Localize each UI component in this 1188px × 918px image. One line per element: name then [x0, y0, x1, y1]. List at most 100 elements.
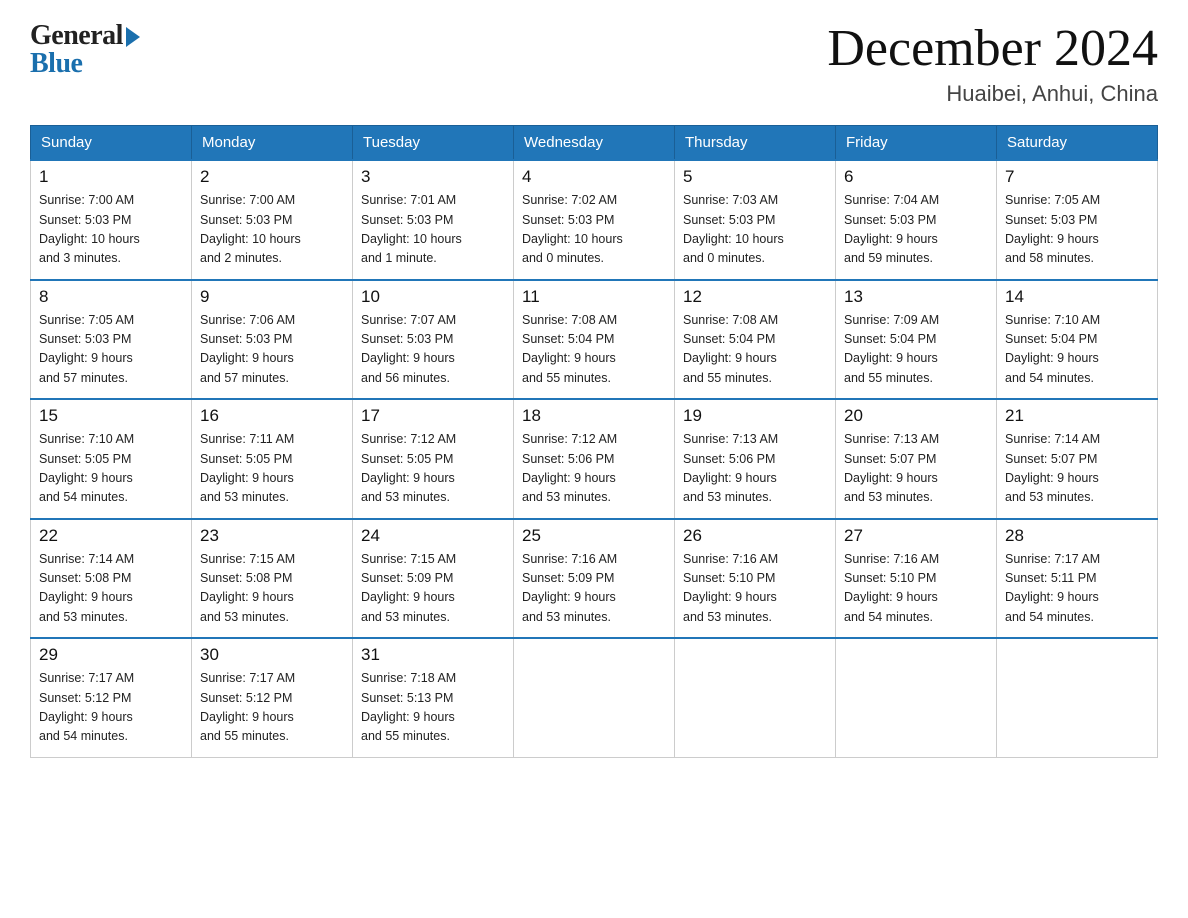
logo: General Blue — [30, 20, 140, 80]
day-info: Sunrise: 7:01 AM Sunset: 5:03 PM Dayligh… — [361, 191, 505, 269]
calendar-cell: 24Sunrise: 7:15 AM Sunset: 5:09 PM Dayli… — [353, 519, 514, 639]
day-number: 29 — [39, 645, 183, 665]
calendar-cell: 15 Sunrise: 7:10 AM Sunset: 5:05 PM Dayli… — [31, 399, 192, 519]
day-number: 2 — [200, 167, 344, 187]
day-number: 18 — [522, 406, 666, 426]
day-number: 4 — [522, 167, 666, 187]
day-info: Sunrise: 7:08 AM Sunset: 5:04 PM Dayligh… — [683, 311, 827, 389]
calendar-cell — [675, 638, 836, 757]
location-title: Huaibei, Anhui, China — [827, 81, 1158, 107]
calendar-cell: 7Sunrise: 7:05 AM Sunset: 5:03 PM Daylig… — [997, 160, 1158, 280]
calendar-cell — [836, 638, 997, 757]
day-number: 13 — [844, 287, 988, 307]
calendar-cell: 4 Sunrise: 7:02 AM Sunset: 5:03 PM Daylig… — [514, 160, 675, 280]
day-info: Sunrise: 7:00 AM Sunset: 5:03 PM Dayligh… — [39, 191, 183, 269]
calendar-cell — [514, 638, 675, 757]
day-info: Sunrise: 7:13 AM Sunset: 5:07 PM Dayligh… — [844, 430, 988, 508]
day-info: Sunrise: 7:06 AM Sunset: 5:03 PM Dayligh… — [200, 311, 344, 389]
day-number: 27 — [844, 526, 988, 546]
calendar-cell: 6 Sunrise: 7:04 AM Sunset: 5:03 PM Daylig… — [836, 160, 997, 280]
day-number: 28 — [1005, 526, 1149, 546]
day-info: Sunrise: 7:14 AM Sunset: 5:07 PM Dayligh… — [1005, 430, 1149, 508]
page-header: General Blue December 2024 Huaibei, Anhu… — [30, 20, 1158, 107]
day-number: 5 — [683, 167, 827, 187]
day-number: 30 — [200, 645, 344, 665]
calendar-header-row: SundayMondayTuesdayWednesdayThursdayFrid… — [31, 126, 1158, 161]
day-info: Sunrise: 7:10 AM Sunset: 5:04 PM Dayligh… — [1005, 311, 1149, 389]
calendar-cell: 5 Sunrise: 7:03 AM Sunset: 5:03 PM Daylig… — [675, 160, 836, 280]
day-info: Sunrise: 7:17 AM Sunset: 5:12 PM Dayligh… — [200, 669, 344, 747]
day-info: Sunrise: 7:09 AM Sunset: 5:04 PM Dayligh… — [844, 311, 988, 389]
day-number: 26 — [683, 526, 827, 546]
title-block: December 2024 Huaibei, Anhui, China — [827, 20, 1158, 107]
day-info: Sunrise: 7:16 AM Sunset: 5:09 PM Dayligh… — [522, 550, 666, 628]
day-number: 16 — [200, 406, 344, 426]
month-title: December 2024 — [827, 20, 1158, 77]
day-info: Sunrise: 7:04 AM Sunset: 5:03 PM Dayligh… — [844, 191, 988, 269]
day-info: Sunrise: 7:13 AM Sunset: 5:06 PM Dayligh… — [683, 430, 827, 508]
column-header-friday: Friday — [836, 126, 997, 161]
day-number: 6 — [844, 167, 988, 187]
calendar-cell: 3 Sunrise: 7:01 AM Sunset: 5:03 PM Daylig… — [353, 160, 514, 280]
day-info: Sunrise: 7:12 AM Sunset: 5:06 PM Dayligh… — [522, 430, 666, 508]
logo-blue-text: Blue — [30, 48, 82, 80]
day-number: 20 — [844, 406, 988, 426]
calendar-cell: 30 Sunrise: 7:17 AM Sunset: 5:12 PM Dayli… — [192, 638, 353, 757]
day-info: Sunrise: 7:16 AM Sunset: 5:10 PM Dayligh… — [683, 550, 827, 628]
calendar-cell: 26 Sunrise: 7:16 AM Sunset: 5:10 PM Dayli… — [675, 519, 836, 639]
day-number: 10 — [361, 287, 505, 307]
calendar-cell: 2 Sunrise: 7:00 AM Sunset: 5:03 PM Daylig… — [192, 160, 353, 280]
day-info: Sunrise: 7:05 AM Sunset: 5:03 PM Dayligh… — [1005, 191, 1149, 269]
calendar-cell: 21 Sunrise: 7:14 AM Sunset: 5:07 PM Dayli… — [997, 399, 1158, 519]
calendar-cell — [997, 638, 1158, 757]
day-info: Sunrise: 7:10 AM Sunset: 5:05 PM Dayligh… — [39, 430, 183, 508]
day-number: 1 — [39, 167, 183, 187]
calendar-cell: 9 Sunrise: 7:06 AM Sunset: 5:03 PM Daylig… — [192, 280, 353, 400]
day-number: 14 — [1005, 287, 1149, 307]
day-info: Sunrise: 7:15 AM Sunset: 5:08 PM Dayligh… — [200, 550, 344, 628]
calendar-cell: 25 Sunrise: 7:16 AM Sunset: 5:09 PM Dayli… — [514, 519, 675, 639]
day-number: 25 — [522, 526, 666, 546]
column-header-thursday: Thursday — [675, 126, 836, 161]
calendar-cell: 19 Sunrise: 7:13 AM Sunset: 5:06 PM Dayli… — [675, 399, 836, 519]
day-number: 9 — [200, 287, 344, 307]
day-number: 24 — [361, 526, 505, 546]
calendar-cell: 18 Sunrise: 7:12 AM Sunset: 5:06 PM Dayli… — [514, 399, 675, 519]
calendar-cell: 10Sunrise: 7:07 AM Sunset: 5:03 PM Dayli… — [353, 280, 514, 400]
calendar-cell: 13 Sunrise: 7:09 AM Sunset: 5:04 PM Dayli… — [836, 280, 997, 400]
day-number: 11 — [522, 287, 666, 307]
day-number: 21 — [1005, 406, 1149, 426]
day-info: Sunrise: 7:12 AM Sunset: 5:05 PM Dayligh… — [361, 430, 505, 508]
column-header-saturday: Saturday — [997, 126, 1158, 161]
day-number: 3 — [361, 167, 505, 187]
calendar-week-row: 29 Sunrise: 7:17 AM Sunset: 5:12 PM Dayli… — [31, 638, 1158, 757]
calendar-week-row: 15 Sunrise: 7:10 AM Sunset: 5:05 PM Dayli… — [31, 399, 1158, 519]
day-number: 17 — [361, 406, 505, 426]
calendar-cell: 16 Sunrise: 7:11 AM Sunset: 5:05 PM Dayli… — [192, 399, 353, 519]
day-number: 22 — [39, 526, 183, 546]
day-number: 19 — [683, 406, 827, 426]
calendar-table: SundayMondayTuesdayWednesdayThursdayFrid… — [30, 125, 1158, 758]
calendar-week-row: 8 Sunrise: 7:05 AM Sunset: 5:03 PM Daylig… — [31, 280, 1158, 400]
day-info: Sunrise: 7:00 AM Sunset: 5:03 PM Dayligh… — [200, 191, 344, 269]
day-number: 31 — [361, 645, 505, 665]
day-info: Sunrise: 7:02 AM Sunset: 5:03 PM Dayligh… — [522, 191, 666, 269]
day-info: Sunrise: 7:17 AM Sunset: 5:11 PM Dayligh… — [1005, 550, 1149, 628]
day-number: 12 — [683, 287, 827, 307]
calendar-week-row: 1 Sunrise: 7:00 AM Sunset: 5:03 PM Daylig… — [31, 160, 1158, 280]
column-header-wednesday: Wednesday — [514, 126, 675, 161]
day-info: Sunrise: 7:16 AM Sunset: 5:10 PM Dayligh… — [844, 550, 988, 628]
calendar-cell: 14 Sunrise: 7:10 AM Sunset: 5:04 PM Dayli… — [997, 280, 1158, 400]
calendar-cell: 29Sunrise: 7:17 AM Sunset: 5:12 PM Dayli… — [31, 638, 192, 757]
calendar-cell: 23Sunrise: 7:15 AM Sunset: 5:08 PM Dayli… — [192, 519, 353, 639]
day-info: Sunrise: 7:08 AM Sunset: 5:04 PM Dayligh… — [522, 311, 666, 389]
day-info: Sunrise: 7:11 AM Sunset: 5:05 PM Dayligh… — [200, 430, 344, 508]
column-header-sunday: Sunday — [31, 126, 192, 161]
day-number: 8 — [39, 287, 183, 307]
calendar-cell: 20 Sunrise: 7:13 AM Sunset: 5:07 PM Dayli… — [836, 399, 997, 519]
day-number: 15 — [39, 406, 183, 426]
day-info: Sunrise: 7:05 AM Sunset: 5:03 PM Dayligh… — [39, 311, 183, 389]
calendar-cell: 28 Sunrise: 7:17 AM Sunset: 5:11 PM Dayli… — [997, 519, 1158, 639]
day-info: Sunrise: 7:03 AM Sunset: 5:03 PM Dayligh… — [683, 191, 827, 269]
calendar-cell: 8 Sunrise: 7:05 AM Sunset: 5:03 PM Daylig… — [31, 280, 192, 400]
